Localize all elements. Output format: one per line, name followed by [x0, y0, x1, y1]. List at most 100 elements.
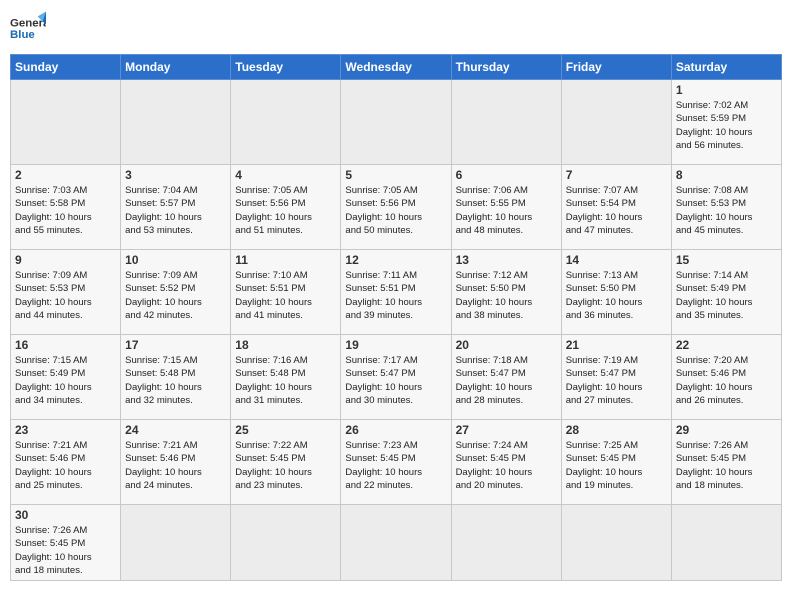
day-number: 12	[345, 253, 446, 267]
day-number: 10	[125, 253, 226, 267]
day-info: Sunrise: 7:16 AMSunset: 5:48 PMDaylight:…	[235, 354, 336, 407]
calendar-cell: 4Sunrise: 7:05 AMSunset: 5:56 PMDaylight…	[231, 165, 341, 250]
calendar-week-row: 23Sunrise: 7:21 AMSunset: 5:46 PMDayligh…	[11, 420, 782, 505]
day-number: 28	[566, 423, 667, 437]
weekday-header-wednesday: Wednesday	[341, 55, 451, 80]
day-info: Sunrise: 7:07 AMSunset: 5:54 PMDaylight:…	[566, 184, 667, 237]
calendar-cell: 6 Sunrise: 7:06 AMSunset: 5:55 PMDaylight…	[451, 165, 561, 250]
svg-text:Blue: Blue	[10, 29, 35, 41]
day-number: 26	[345, 423, 446, 437]
calendar-cell	[231, 80, 341, 165]
day-number: 18	[235, 338, 336, 352]
day-info: Sunrise: 7:02 AMSunset: 5:59 PMDaylight:…	[676, 99, 777, 152]
calendar-cell: 25 Sunrise: 7:22 AMSunset: 5:45 PMDayligh…	[231, 420, 341, 505]
day-info: Sunrise: 7:06 AMSunset: 5:55 PMDaylight:…	[456, 184, 557, 237]
weekday-header-sunday: Sunday	[11, 55, 121, 80]
day-number: 8	[676, 168, 777, 182]
logo: General Blue	[10, 10, 46, 46]
calendar-cell: 2 Sunrise: 7:03 AMSunset: 5:58 PMDaylight…	[11, 165, 121, 250]
day-number: 7	[566, 168, 667, 182]
day-info: Sunrise: 7:20 AMSunset: 5:46 PMDaylight:…	[676, 354, 777, 407]
day-info: Sunrise: 7:09 AMSunset: 5:52 PMDaylight:…	[125, 269, 226, 322]
day-info: Sunrise: 7:21 AMSunset: 5:46 PMDaylight:…	[125, 439, 226, 492]
calendar-cell: 10 Sunrise: 7:09 AMSunset: 5:52 PMDayligh…	[121, 250, 231, 335]
day-info: Sunrise: 7:19 AMSunset: 5:47 PMDaylight:…	[566, 354, 667, 407]
weekday-header-tuesday: Tuesday	[231, 55, 341, 80]
calendar-week-row: 16Sunrise: 7:15 AMSunset: 5:49 PMDayligh…	[11, 335, 782, 420]
calendar-cell: 3Sunrise: 7:04 AMSunset: 5:57 PMDaylight…	[121, 165, 231, 250]
day-info: Sunrise: 7:26 AMSunset: 5:45 PMDaylight:…	[676, 439, 777, 492]
day-info: Sunrise: 7:17 AMSunset: 5:47 PMDaylight:…	[345, 354, 446, 407]
day-number: 5	[345, 168, 446, 182]
day-number: 20	[456, 338, 557, 352]
day-number: 14	[566, 253, 667, 267]
calendar-cell: 26 Sunrise: 7:23 AMSunset: 5:45 PMDayligh…	[341, 420, 451, 505]
calendar-cell: 24 Sunrise: 7:21 AMSunset: 5:46 PMDayligh…	[121, 420, 231, 505]
calendar-cell: 23Sunrise: 7:21 AMSunset: 5:46 PMDayligh…	[11, 420, 121, 505]
calendar-cell: 7 Sunrise: 7:07 AMSunset: 5:54 PMDaylight…	[561, 165, 671, 250]
calendar-cell: 16Sunrise: 7:15 AMSunset: 5:49 PMDayligh…	[11, 335, 121, 420]
day-number: 30	[15, 508, 116, 522]
calendar-cell	[451, 80, 561, 165]
day-number: 17	[125, 338, 226, 352]
day-info: Sunrise: 7:15 AMSunset: 5:49 PMDaylight:…	[15, 354, 116, 407]
calendar-cell: 5 Sunrise: 7:05 AMSunset: 5:56 PMDaylight…	[341, 165, 451, 250]
calendar-cell: 1 Sunrise: 7:02 AMSunset: 5:59 PMDaylight…	[671, 80, 781, 165]
day-info: Sunrise: 7:18 AMSunset: 5:47 PMDaylight:…	[456, 354, 557, 407]
calendar-cell: 15Sunrise: 7:14 AMSunset: 5:49 PMDayligh…	[671, 250, 781, 335]
calendar-cell: 28 Sunrise: 7:25 AMSunset: 5:45 PMDayligh…	[561, 420, 671, 505]
day-info: Sunrise: 7:05 AMSunset: 5:56 PMDaylight:…	[345, 184, 446, 237]
day-number: 21	[566, 338, 667, 352]
calendar-cell	[231, 505, 341, 581]
calendar-week-row: 1 Sunrise: 7:02 AMSunset: 5:59 PMDaylight…	[11, 80, 782, 165]
day-number: 25	[235, 423, 336, 437]
day-info: Sunrise: 7:13 AMSunset: 5:50 PMDaylight:…	[566, 269, 667, 322]
day-info: Sunrise: 7:26 AMSunset: 5:45 PMDaylight:…	[15, 524, 116, 577]
calendar-cell	[121, 505, 231, 581]
day-info: Sunrise: 7:24 AMSunset: 5:45 PMDaylight:…	[456, 439, 557, 492]
calendar-cell	[451, 505, 561, 581]
day-info: Sunrise: 7:25 AMSunset: 5:45 PMDaylight:…	[566, 439, 667, 492]
page-container: General Blue SundayMondayTuesdayWednesda…	[0, 0, 792, 591]
calendar-cell: 12Sunrise: 7:11 AMSunset: 5:51 PMDayligh…	[341, 250, 451, 335]
weekday-header-saturday: Saturday	[671, 55, 781, 80]
logo-icon: General Blue	[10, 10, 46, 46]
page-header: General Blue	[10, 10, 782, 46]
day-number: 4	[235, 168, 336, 182]
day-number: 29	[676, 423, 777, 437]
day-info: Sunrise: 7:03 AMSunset: 5:58 PMDaylight:…	[15, 184, 116, 237]
day-info: Sunrise: 7:10 AMSunset: 5:51 PMDaylight:…	[235, 269, 336, 322]
calendar-cell: 30 Sunrise: 7:26 AMSunset: 5:45 PMDayligh…	[11, 505, 121, 581]
day-info: Sunrise: 7:21 AMSunset: 5:46 PMDaylight:…	[15, 439, 116, 492]
calendar-cell: 22 Sunrise: 7:20 AMSunset: 5:46 PMDayligh…	[671, 335, 781, 420]
calendar-cell: 17Sunrise: 7:15 AMSunset: 5:48 PMDayligh…	[121, 335, 231, 420]
calendar-cell: 18 Sunrise: 7:16 AMSunset: 5:48 PMDayligh…	[231, 335, 341, 420]
day-number: 15	[676, 253, 777, 267]
day-number: 6	[456, 168, 557, 182]
calendar-cell: 11Sunrise: 7:10 AMSunset: 5:51 PMDayligh…	[231, 250, 341, 335]
day-number: 1	[676, 83, 777, 97]
calendar-cell	[561, 80, 671, 165]
calendar-cell: 27 Sunrise: 7:24 AMSunset: 5:45 PMDayligh…	[451, 420, 561, 505]
day-number: 19	[345, 338, 446, 352]
calendar-week-row: 30 Sunrise: 7:26 AMSunset: 5:45 PMDayligh…	[11, 505, 782, 581]
day-number: 22	[676, 338, 777, 352]
day-number: 24	[125, 423, 226, 437]
day-number: 27	[456, 423, 557, 437]
day-number: 2	[15, 168, 116, 182]
calendar-cell	[671, 505, 781, 581]
weekday-header-thursday: Thursday	[451, 55, 561, 80]
calendar-cell	[561, 505, 671, 581]
day-info: Sunrise: 7:08 AMSunset: 5:53 PMDaylight:…	[676, 184, 777, 237]
day-info: Sunrise: 7:09 AMSunset: 5:53 PMDaylight:…	[15, 269, 116, 322]
calendar-cell	[341, 80, 451, 165]
calendar-week-row: 2 Sunrise: 7:03 AMSunset: 5:58 PMDaylight…	[11, 165, 782, 250]
day-info: Sunrise: 7:22 AMSunset: 5:45 PMDaylight:…	[235, 439, 336, 492]
day-info: Sunrise: 7:23 AMSunset: 5:45 PMDaylight:…	[345, 439, 446, 492]
calendar-cell: 13Sunrise: 7:12 AMSunset: 5:50 PMDayligh…	[451, 250, 561, 335]
weekday-header-row: SundayMondayTuesdayWednesdayThursdayFrid…	[11, 55, 782, 80]
calendar-table: SundayMondayTuesdayWednesdayThursdayFrid…	[10, 54, 782, 581]
day-info: Sunrise: 7:12 AMSunset: 5:50 PMDaylight:…	[456, 269, 557, 322]
calendar-cell: 21 Sunrise: 7:19 AMSunset: 5:47 PMDayligh…	[561, 335, 671, 420]
weekday-header-friday: Friday	[561, 55, 671, 80]
